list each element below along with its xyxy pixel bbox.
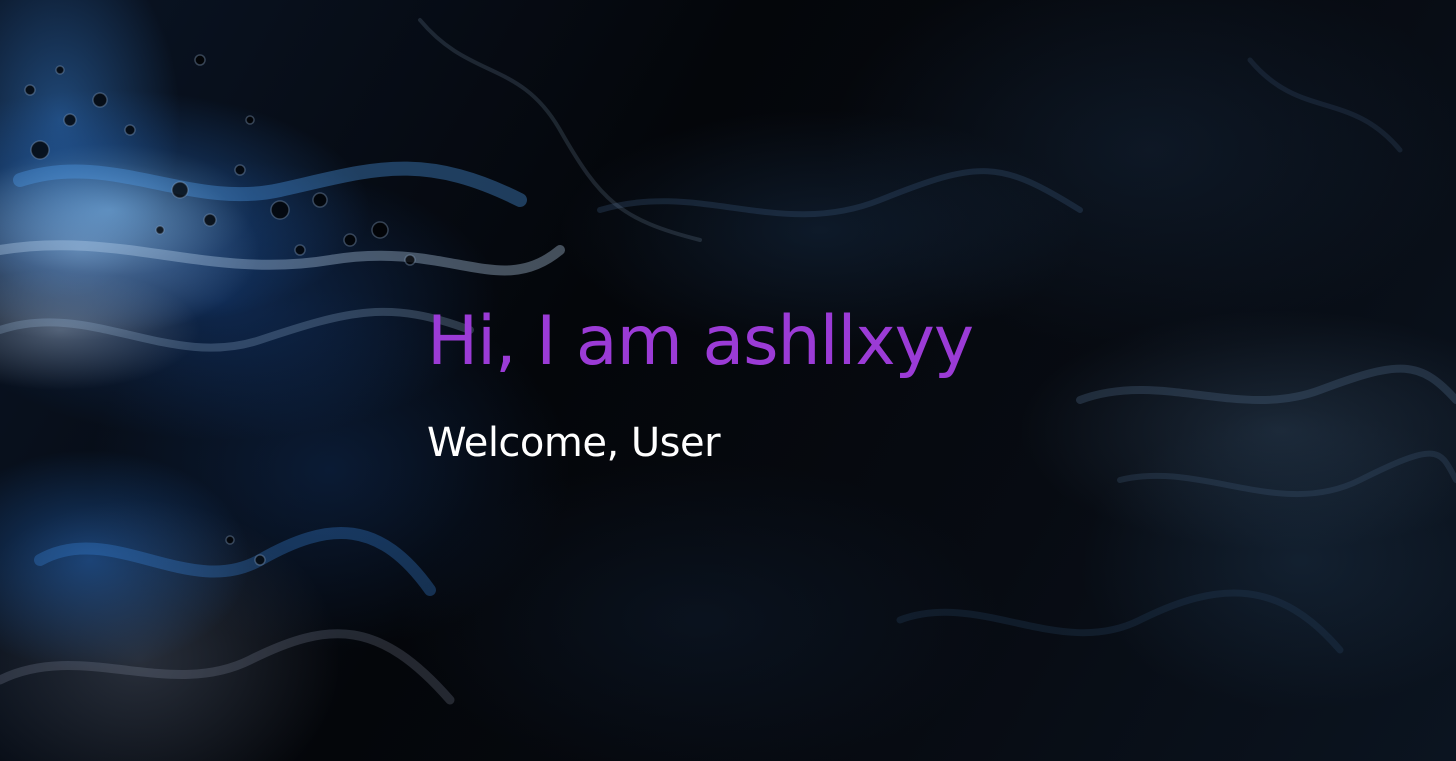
welcome-message: Welcome, User [427,420,721,466]
hero-headline: Hi, I am ashllxyy [427,302,974,381]
hero-section: Hi, I am ashllxyy Welcome, User [0,0,1456,761]
hero-text: Hi, I am ashllxyy Welcome, User [427,300,1227,468]
